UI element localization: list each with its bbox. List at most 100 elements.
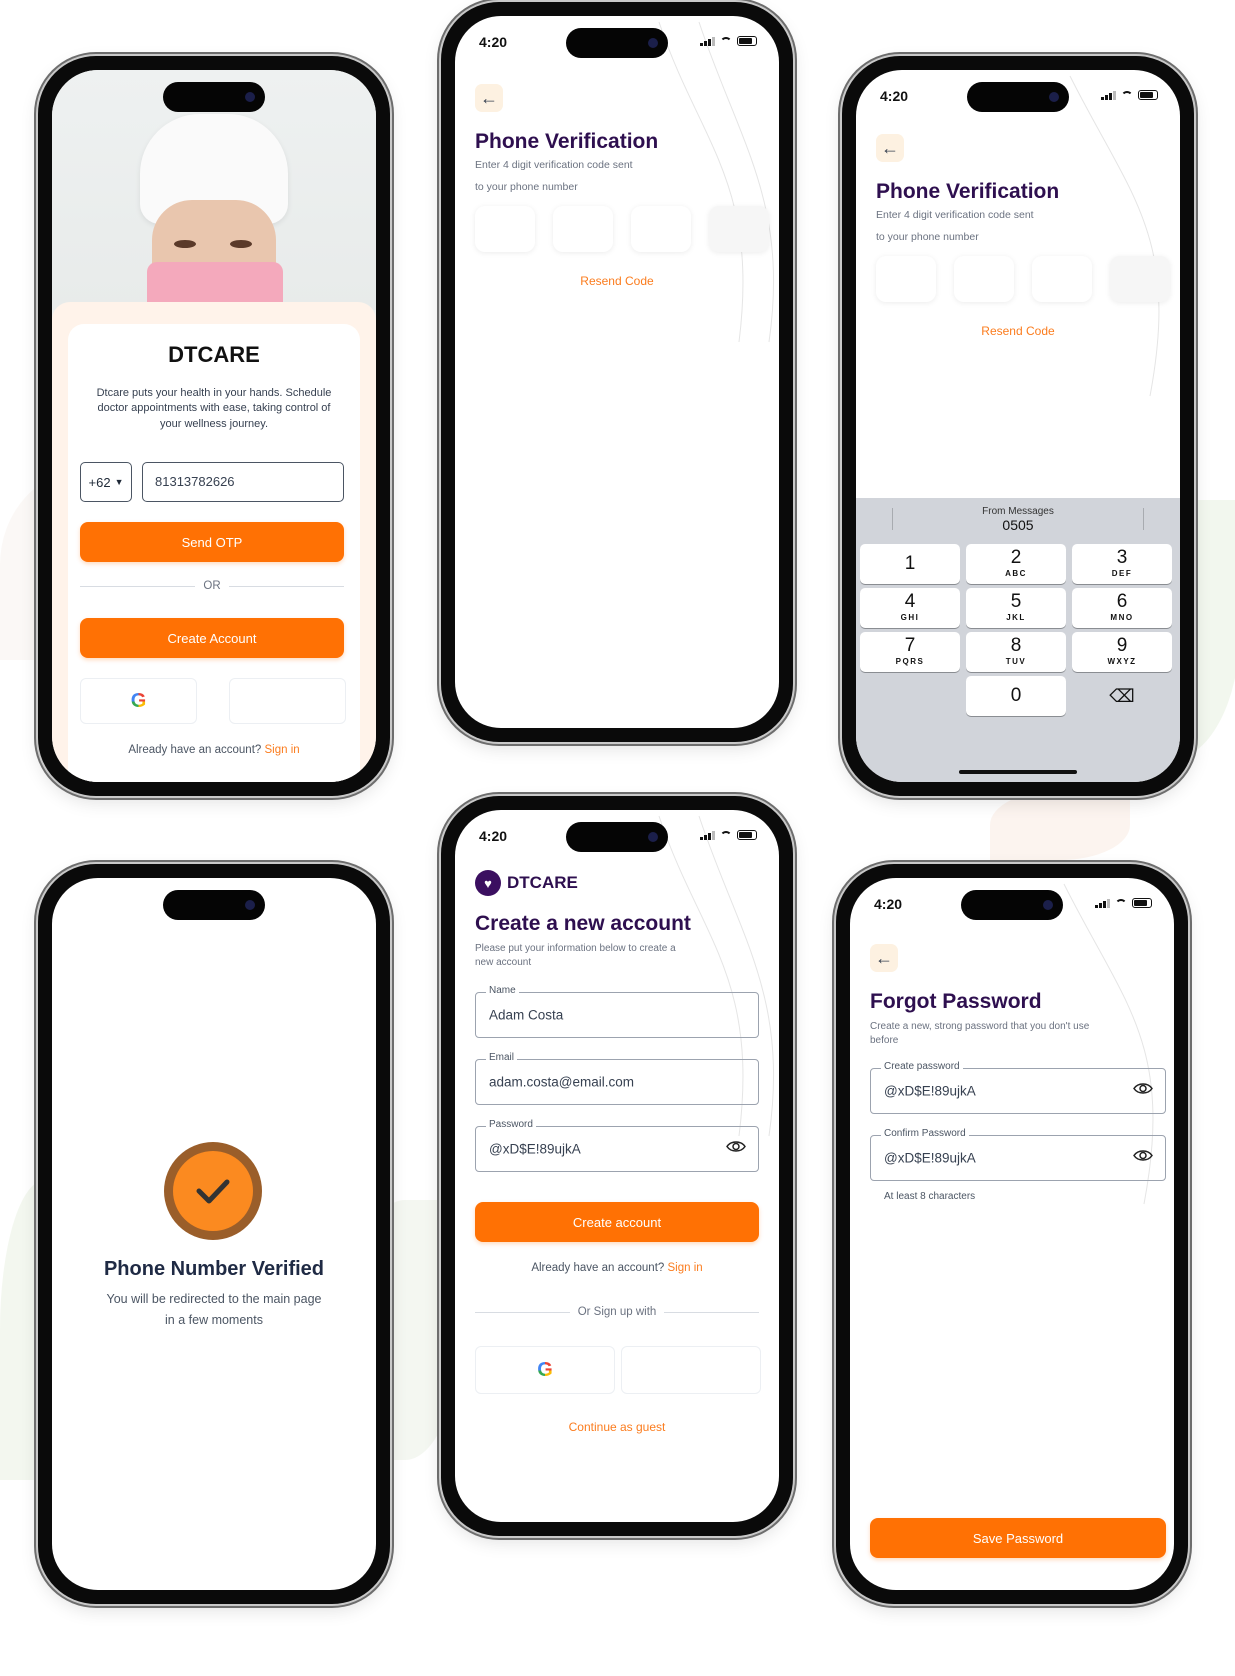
apple-signin-button[interactable] [229,678,346,724]
email-value: adam.costa@email.com [489,1074,635,1090]
verification-screen: 4:20 ← Phone Verification Enter 4 digit … [455,16,779,728]
resend-code-link[interactable]: Resend Code [455,274,779,288]
phone-number-value: 81313782626 [155,474,235,489]
wifi-icon [1115,898,1127,908]
create-password-field[interactable]: Create password @xD$E!89ujkA [870,1061,1166,1114]
forgot-password-screen: 4:20 ← Forgot Password Create a new, str… [850,878,1174,1590]
key-letters: ABC [1005,569,1027,578]
eye-icon[interactable] [726,1140,746,1159]
dynamic-island [163,82,265,112]
key-digit: 1 [904,553,916,574]
dynamic-island [961,890,1063,920]
wifi-icon [720,36,732,46]
numeric-keyboard: From Messages 0505 1 2 ABC 3 DEF 4 GHI 5 JKL 6 MNO… [856,498,1180,782]
confirm-password-label: Confirm Password [881,1128,969,1139]
or-signup-divider: Or Sign up with [475,1306,759,1318]
eye-icon[interactable] [1133,1082,1153,1101]
phone-number-input[interactable]: 81313782626 [142,462,344,502]
page-title: Create a new account [475,912,691,935]
backspace-key[interactable]: ⌫ [1072,676,1172,716]
password-field[interactable]: Password @xD$E!89ujkA [475,1119,759,1172]
brand-logo: ♥ DTCARE [475,870,578,896]
signal-icon [1095,898,1110,908]
arrow-left-icon: ← [480,87,498,108]
key-digit: 7 [904,635,916,656]
heart-hands-icon: ♥ [475,870,501,896]
key-0[interactable]: 0 [966,676,1066,716]
otp-digit-2[interactable] [954,256,1014,302]
create-account-button[interactable]: Create account [475,1202,759,1242]
key-1[interactable]: 1 [860,544,960,584]
name-field[interactable]: Name Adam Costa [475,985,759,1038]
status-time: 4:20 [479,828,508,844]
page-title: Phone Verification [475,130,659,153]
wifi-icon [1121,90,1133,100]
or-label: OR [203,580,221,592]
google-icon: G [537,1358,553,1381]
back-button[interactable]: ← [876,134,904,162]
back-button[interactable]: ← [475,84,503,112]
back-button[interactable]: ← [870,944,898,972]
key-2[interactable]: 2 ABC [966,544,1066,584]
decorative-leaf [990,790,1130,860]
confirm-password-field[interactable]: Confirm Password @xD$E!89ujkA [870,1128,1166,1181]
page-subtitle-line1: Enter 4 digit verification code sent [876,209,1034,221]
password-hint: At least 8 characters [884,1191,976,1202]
otp-digit-1[interactable] [475,206,535,252]
send-otp-button[interactable]: Send OTP [80,522,344,562]
eye-icon[interactable] [1133,1149,1153,1168]
phone-signup: 4:20 ♥ DTCARE Create a new account Pleas… [441,796,793,1536]
otp-digit-3[interactable] [631,206,691,252]
key-9[interactable]: 9 WXYZ [1072,632,1172,672]
autofill-suggestion[interactable]: From Messages 0505 [856,506,1180,533]
key-8[interactable]: 8 TUV [966,632,1066,672]
phone-verification-empty: 4:20 ← Phone Verification Enter 4 digit … [441,2,793,742]
key-digit: 2 [1010,547,1022,568]
verified-message-line1: You will be redirected to the main page [106,1292,322,1306]
resend-code-link[interactable]: Resend Code [856,324,1180,338]
key-letters: WXYZ [1107,657,1137,666]
success-check-icon [164,1142,262,1240]
signal-icon [700,830,715,840]
otp-digit-1[interactable] [876,256,936,302]
key-3[interactable]: 3 DEF [1072,544,1172,584]
dynamic-island [967,82,1069,112]
key-4[interactable]: 4 GHI [860,588,960,628]
apple-signup-button[interactable] [621,1346,761,1394]
create-password-label: Create password [881,1061,963,1072]
status-time: 4:20 [880,88,909,104]
google-signup-button[interactable]: G [475,1346,615,1394]
save-password-button[interactable]: Save Password [870,1518,1166,1558]
otp-digit-4[interactable] [709,206,769,252]
suggestion-source: From Messages [982,506,1054,517]
decorative-curves [658,21,775,343]
key-7[interactable]: 7 PQRS [860,632,960,672]
page-subtitle: Create a new, strong password that you d… [870,1021,1090,1046]
key-6[interactable]: 6 MNO [1072,588,1172,628]
page-subtitle-line2: to your phone number [475,181,578,193]
page-subtitle-line2: to your phone number [876,231,979,243]
country-code-select[interactable]: +62 ▼ [80,462,132,502]
signin-link[interactable]: Sign in [265,744,300,756]
otp-digit-2[interactable] [553,206,613,252]
otp-digit-4[interactable] [1110,256,1170,302]
email-field[interactable]: Email adam.costa@email.com [475,1052,759,1105]
google-signin-button[interactable]: G [80,678,197,724]
signup-screen: 4:20 ♥ DTCARE Create a new account Pleas… [455,810,779,1522]
otp-digit-3[interactable] [1032,256,1092,302]
or-divider: OR [80,580,344,592]
phone-verified: Phone Number Verified You will be redire… [38,864,390,1604]
continue-as-guest-link[interactable]: Continue as guest [455,1420,779,1434]
home-indicator [959,770,1077,774]
dynamic-island [566,822,668,852]
key-5[interactable]: 5 JKL [966,588,1066,628]
status-time: 4:20 [479,34,508,50]
signin-prompt-text: Already have an account? [128,744,262,756]
google-icon: G [130,689,147,712]
create-account-button[interactable]: Create Account [80,618,344,658]
verified-message-line2: in a few moments [165,1313,263,1327]
signin-link[interactable]: Sign in [668,1262,703,1274]
key-letters: JKL [1006,613,1026,622]
phone-forgot-password: 4:20 ← Forgot Password Create a new, str… [836,864,1188,1604]
email-label: Email [486,1052,518,1063]
